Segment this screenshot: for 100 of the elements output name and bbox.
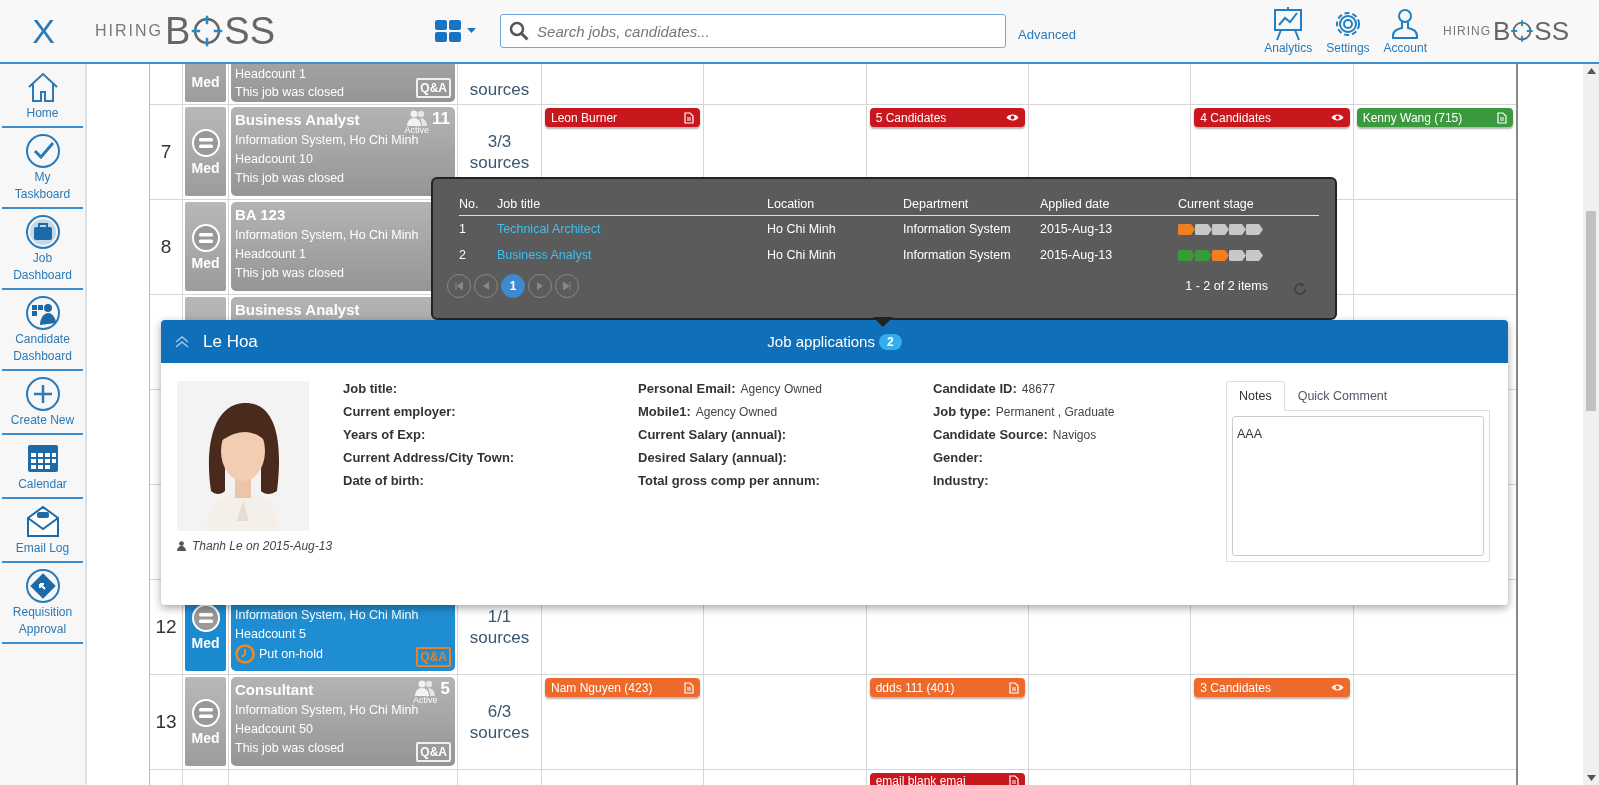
- job-headcount: Headcount 10: [235, 151, 314, 168]
- field-value: Agency Owned: [695, 405, 778, 419]
- nav-button[interactable]: Settings: [1324, 7, 1372, 55]
- job-status: This job was closed: [235, 740, 345, 757]
- priority-label: Med: [191, 254, 220, 271]
- field-label: Mobile1:: [638, 404, 691, 419]
- table-cell-text: 1: [459, 222, 467, 236]
- active-label: Active: [413, 696, 438, 705]
- column-header: Job title: [497, 197, 542, 211]
- table-cell-text: 2: [459, 248, 467, 262]
- job-card[interactable]: Business Analyst Active 11 Information System, Ho Chi Minh Headcount 10 This job was closed: [231, 107, 455, 196]
- job-title-link[interactable]: Business Analyst: [497, 248, 767, 262]
- sources-count: 6/3: [487, 701, 512, 722]
- applicant-count: 11: [432, 110, 450, 128]
- table-cell-text: Information System: [903, 222, 1012, 236]
- column-header: No.: [459, 197, 480, 211]
- row-number: 12: [155, 616, 177, 638]
- candidate-tag[interactable]: Leon Burner: [545, 108, 701, 127]
- job-card[interactable]: Headcount 1 This job was closed Q&A: [231, 64, 455, 102]
- field-label: Total gross comp per annum:: [638, 473, 820, 488]
- job-title: BA 123: [235, 206, 286, 223]
- table-cell-text: 2015-Aug-13: [1040, 248, 1114, 262]
- candidate-tag[interactable]: 3 Candidates: [1194, 678, 1350, 697]
- field-label: Candidate ID:: [933, 381, 1017, 396]
- candidate-name: Le Hoa: [203, 331, 258, 352]
- job-title: Business Analyst: [235, 301, 360, 318]
- notes-tab[interactable]: Quick Comment: [1284, 381, 1401, 411]
- field-label: Industry:: [933, 473, 989, 488]
- candidate-tag[interactable]: email blank emai: [869, 773, 1025, 785]
- active-label: Active: [404, 126, 429, 135]
- sidebar-item[interactable]: My Taskboard: [2, 128, 83, 209]
- sources-count: 3/3: [487, 131, 512, 152]
- notes-field[interactable]: AAA: [1232, 416, 1484, 556]
- job-status: This job was closed: [235, 84, 345, 101]
- job-title: Consultant: [235, 681, 314, 698]
- sidebar-item[interactable]: Email Log: [2, 499, 83, 563]
- job-headcount: Headcount 1: [235, 66, 307, 83]
- field-label: Personal Email:: [638, 381, 736, 396]
- candidate-tag[interactable]: Kenny Wang (715): [1356, 108, 1513, 127]
- sidebar-item[interactable]: Create New: [2, 371, 83, 435]
- candidate-tag[interactable]: Nam Nguyen (423): [545, 678, 701, 697]
- qa-button[interactable]: Q&A: [416, 78, 451, 98]
- sidebar-item[interactable]: Home: [2, 64, 83, 128]
- column-header: Department: [903, 197, 970, 211]
- sources-label: sources: [469, 627, 530, 648]
- priority-label: Med: [191, 74, 220, 90]
- row-number: 13: [155, 711, 177, 733]
- job-card[interactable]: Consultant Active 5 Information System, Ho Chi Minh Headcount 50 This job was closed Q&A: [231, 677, 455, 766]
- row-number: 8: [160, 236, 172, 258]
- field-label: Current Address/City Town:: [343, 450, 515, 465]
- sidebar-item[interactable]: Candidate Dashboard: [2, 290, 83, 371]
- job-title-link[interactable]: Technical Architect: [497, 222, 767, 236]
- sources-label: sources: [469, 79, 530, 100]
- column-header: Location: [767, 197, 816, 211]
- job-location: Information System, Ho Chi Minh: [235, 227, 420, 244]
- nav-button[interactable]: Analytics: [1262, 7, 1315, 55]
- priority-label: Med: [191, 729, 220, 746]
- field-label: Job title:: [343, 381, 398, 396]
- priority-label: Med: [191, 634, 220, 651]
- app-logo[interactable]: X: [32, 11, 55, 51]
- field-value: Agency Owned: [740, 382, 822, 396]
- search-field[interactable]: Search jobs, candidates...: [500, 14, 1007, 48]
- field-label: Date of birth:: [343, 473, 424, 488]
- job-location: Information System, Ho Chi Minh: [235, 703, 420, 719]
- job-location: Information System, Ho Chi Minh: [235, 607, 420, 624]
- sidebar-item[interactable]: Requisition Approval: [2, 563, 83, 644]
- field-value: Navigos: [1052, 428, 1097, 442]
- job-status: This job was closed: [235, 170, 345, 187]
- pager-summary: 1 - 2 of 2 items: [1185, 279, 1268, 293]
- job-status: Put on-hold: [259, 645, 323, 663]
- field-value: Permanent , Graduate: [995, 405, 1115, 419]
- field-value: 48677: [1021, 382, 1056, 396]
- qa-button[interactable]: Q&A: [416, 742, 451, 762]
- candidate-tag[interactable]: ddds 111 (401): [869, 678, 1025, 697]
- table-cell-text: Information System: [903, 248, 1012, 262]
- sources-label: sources: [469, 722, 530, 743]
- job-location: Information System, Ho Chi Minh: [235, 133, 420, 149]
- sources-label: sources: [469, 152, 530, 173]
- priority-label: Med: [191, 159, 220, 176]
- sidebar-item[interactable]: Calendar: [2, 435, 83, 499]
- job-title: Business Analyst: [235, 111, 360, 128]
- sidebar-item[interactable]: Job Dashboard: [2, 209, 83, 290]
- advanced-search-link[interactable]: Advanced: [1018, 26, 1076, 42]
- notes-tab[interactable]: Notes: [1226, 381, 1285, 411]
- nav-button[interactable]: Account: [1381, 7, 1429, 55]
- job-headcount: Headcount 1: [235, 246, 307, 263]
- table-cell-text: Ho Chi Minh: [767, 222, 837, 236]
- page-button[interactable]: 1: [501, 274, 525, 298]
- job-status: This job was closed: [235, 265, 345, 282]
- field-label: Years of Exp:: [343, 427, 426, 442]
- row-number: 7: [160, 141, 172, 163]
- count-badge[interactable]: 2: [878, 333, 902, 350]
- job-applications-label: Job applications: [767, 333, 875, 350]
- candidate-tag[interactable]: 5 Candidates: [869, 108, 1025, 127]
- candidate-tag[interactable]: 4 Candidates: [1194, 108, 1350, 127]
- field-label: Current Salary (annual):: [638, 427, 787, 442]
- column-header: Current stage: [1178, 197, 1255, 211]
- field-label: Candidate Source:: [933, 427, 1048, 442]
- sources-count: 1/1: [487, 606, 512, 627]
- applicant-count: 5: [440, 680, 450, 698]
